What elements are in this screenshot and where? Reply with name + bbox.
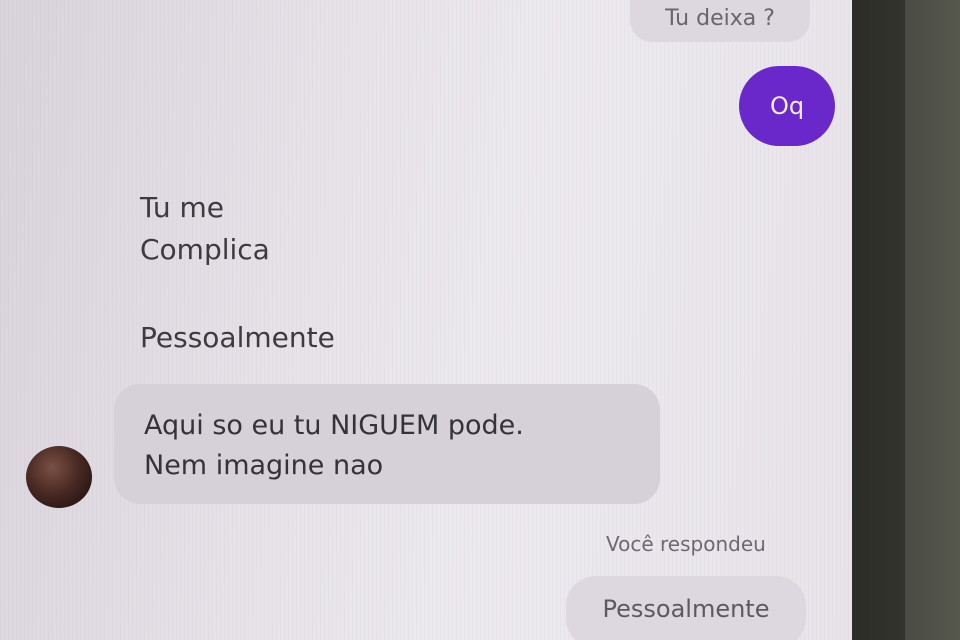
photo-of-chat-screen: Tu deixa ? Oq Tu me Complica Pessoalment… [0,0,960,640]
message-text: Oq [769,92,805,120]
message-text: Pessoalmente [602,595,770,623]
chat-screen: Tu deixa ? Oq Tu me Complica Pessoalment… [0,0,852,640]
phone-edge [905,0,960,640]
incoming-message[interactable]: Complica [140,230,270,270]
message-text: Complica [140,233,270,266]
outgoing-message-accent[interactable]: Oq [739,66,835,146]
message-text: Tu deixa ? [665,5,775,31]
incoming-message[interactable]: Pessoalmente [140,318,335,358]
message-text: Tu me [140,191,224,224]
phone-bezel [852,0,912,640]
reply-caption: Você respondeu [606,532,766,556]
message-line: Nem imagine nao [144,450,384,481]
outgoing-reply-message[interactable]: Pessoalmente [566,576,806,640]
incoming-message[interactable]: Tu me [140,188,224,228]
avatar[interactable] [26,446,92,508]
message-line: Aqui so eu tu NIGUEM pode. [144,410,524,441]
outgoing-message[interactable]: Tu deixa ? [630,0,810,42]
incoming-message-bubble[interactable]: Aqui so eu tu NIGUEM pode. Nem imagine n… [114,384,660,504]
message-text: Pessoalmente [140,321,335,354]
